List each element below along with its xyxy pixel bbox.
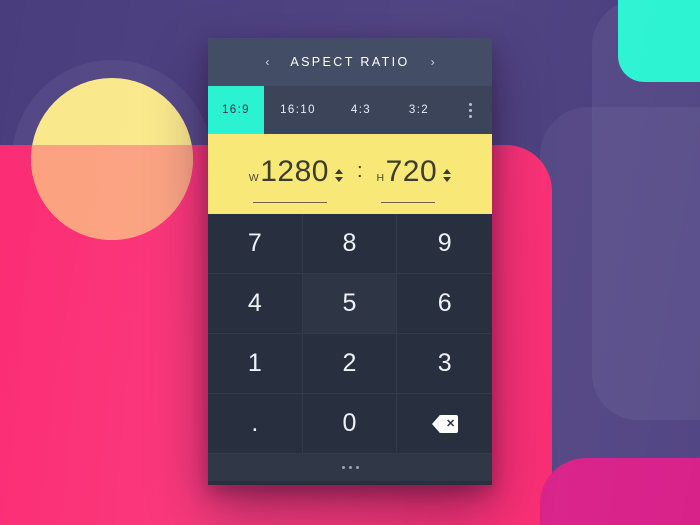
key-7[interactable]: 7 <box>208 214 303 274</box>
key-6[interactable]: 6 <box>397 274 492 334</box>
handle-dot <box>348 466 352 469</box>
tab-4-3[interactable]: 4:3 <box>332 86 390 134</box>
height-field[interactable]: H 720 <box>376 157 452 203</box>
screen: ‹ ASPECT RATIO › 16:9 16:10 4:3 3:2 W 12… <box>0 0 700 525</box>
tab-16-10[interactable]: 16:10 <box>264 86 332 134</box>
stepper-up-icon[interactable] <box>443 169 452 174</box>
height-stepper[interactable] <box>443 169 452 182</box>
key-5[interactable]: 5 <box>302 274 398 334</box>
aspect-ratio-tab-bar: 16:9 16:10 4:3 3:2 <box>208 86 492 134</box>
key-decimal[interactable]: . <box>208 394 303 454</box>
tab-3-2[interactable]: 3:2 <box>390 86 448 134</box>
next-arrow-icon[interactable]: › <box>426 56 440 68</box>
handle-dot <box>341 466 345 469</box>
dimension-input-band: W 1280 : H 720 <box>208 134 492 214</box>
previous-arrow-icon[interactable]: ‹ <box>260 56 274 68</box>
width-underline <box>252 202 327 203</box>
stepper-up-icon[interactable] <box>334 169 343 174</box>
key-8[interactable]: 8 <box>302 214 398 274</box>
key-4[interactable]: 4 <box>208 274 303 334</box>
height-label: H <box>376 172 385 184</box>
tab-16-9[interactable]: 16:9 <box>208 86 264 134</box>
key-0[interactable]: 0 <box>302 394 398 454</box>
width-field[interactable]: W 1280 <box>248 157 343 203</box>
backspace-x-glyph: ✕ <box>446 417 456 430</box>
ratio-separator: : <box>356 159 363 182</box>
height-value[interactable]: 720 <box>386 157 438 187</box>
aspect-ratio-calculator-panel: ‹ ASPECT RATIO › 16:9 16:10 4:3 3:2 W 12… <box>208 38 492 485</box>
backspace-icon: ✕ <box>431 414 458 433</box>
width-label: W <box>248 172 260 184</box>
stepper-down-icon[interactable] <box>443 177 452 182</box>
page-title: ASPECT RATIO <box>290 55 410 69</box>
width-value[interactable]: 1280 <box>260 157 329 187</box>
key-9[interactable]: 9 <box>397 214 492 274</box>
key-backspace[interactable]: ✕ <box>397 394 492 454</box>
kebab-menu-icon[interactable] <box>448 86 492 134</box>
panel-header: ‹ ASPECT RATIO › <box>208 38 492 86</box>
drag-handle-dots[interactable] <box>208 454 492 481</box>
key-1[interactable]: 1 <box>208 334 303 394</box>
width-stepper[interactable] <box>334 169 343 182</box>
stepper-down-icon[interactable] <box>334 177 343 182</box>
key-2[interactable]: 2 <box>302 334 398 394</box>
handle-dot <box>355 466 359 469</box>
kebab-dot <box>468 102 472 106</box>
numeric-keypad: 7 8 9 4 5 6 1 2 3 . 0 ✕ <box>208 214 492 454</box>
height-underline <box>380 202 436 203</box>
kebab-dot <box>468 114 472 118</box>
kebab-dot <box>468 108 472 112</box>
key-3[interactable]: 3 <box>397 334 492 394</box>
